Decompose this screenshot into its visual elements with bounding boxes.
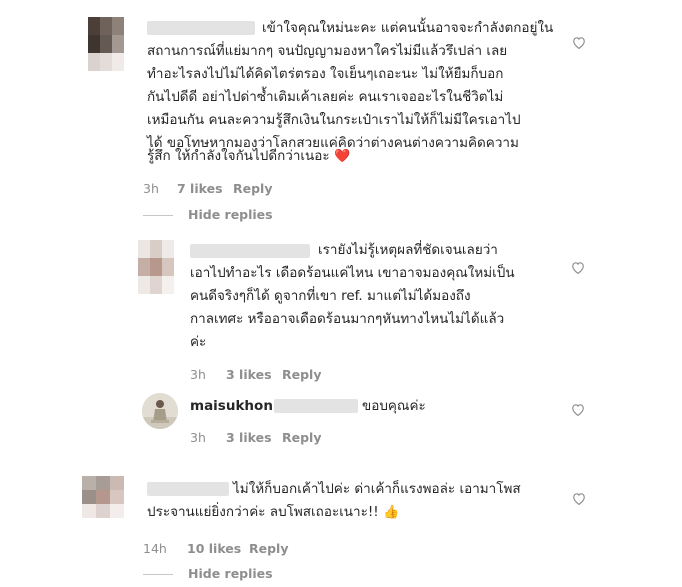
comment-2-likes[interactable]: 10 likes [187, 541, 241, 556]
reply-1-line-3: คนดีจริงๆก็ได้ ดูจากที่เขา ref. มาแต่ไม่… [190, 288, 471, 304]
hide-replies-line-2 [143, 574, 173, 575]
reply-2-meta: 3h 3 likes Reply [190, 430, 390, 448]
like-heart-icon-1[interactable] [572, 36, 586, 49]
reply-2-username[interactable]: maisukhon [190, 398, 273, 414]
comment-1-line-7: รู้สึก ให้กำลังใจกันไปดีกว่าเนอะ ❤️ [147, 146, 350, 168]
hide-replies-button-2[interactable]: Hide replies [188, 566, 273, 581]
comment-1-time: 3h [143, 181, 159, 196]
reply-1-line-5: ค่ะ [190, 334, 207, 350]
comment-1-reply-button[interactable]: Reply [233, 181, 272, 196]
comment-1-line-4: กันไปดีดี อย่าไปด่าซ้ำเติมเค้าเลยค่ะ คนเ… [147, 89, 504, 105]
reply-1-line-1: เรายังไม่รู้เหตุผลที่ชัดเจนเลยว่า [318, 242, 498, 258]
like-heart-icon-4[interactable] [572, 492, 586, 505]
username-blurred-3[interactable] [147, 482, 229, 496]
reply-2-text: ขอบคุณค่ะ [362, 398, 426, 414]
red-heart-emoji-icon: ❤️ [333, 149, 351, 164]
comment-2-line-2-text: ประจานแย่ยิ่งกว่าค่ะ ลบโพสเถอะเนาะ!! [147, 504, 379, 520]
reply-2-likes[interactable]: 3 likes [226, 430, 272, 445]
reply-1-likes[interactable]: 3 likes [226, 367, 272, 382]
comment-1-line-7-text: รู้สึก ให้กำลังใจกันไปดีกว่าเนอะ [147, 148, 330, 164]
avatar-blurred-1[interactable] [88, 17, 124, 71]
comment-1-likes[interactable]: 7 likes [177, 181, 223, 196]
comment-2-meta: 14h 10 likes Reply [143, 541, 343, 559]
reply-2-reply-button[interactable]: Reply [282, 430, 321, 445]
reply-1-line-2: เอาไปทำอะไร เดือดร้อนแค่ไหน เขาอาจมองคุณ… [190, 265, 515, 281]
comment-1-meta: 3h 7 likes Reply [143, 181, 343, 199]
comment-2-time: 14h [143, 541, 167, 556]
reply-1-time: 3h [190, 367, 206, 382]
comment-1-line-1: เข้าใจคุณใหม่นะคะ แต่คนนั้นอาจจะกำลังตกอ… [262, 20, 554, 36]
comment-2-line-2: ประจานแย่ยิ่งกว่าค่ะ ลบโพสเถอะเนาะ!! 👍 [147, 502, 399, 524]
avatar-blurred-3[interactable] [82, 476, 124, 518]
thumbs-up-emoji-icon: 👍 [383, 505, 400, 520]
username-blurred-1[interactable] [147, 21, 255, 35]
comment-2-reply-button[interactable]: Reply [249, 541, 288, 556]
hide-replies-line-1 [143, 215, 173, 216]
reply-1-reply-button[interactable]: Reply [282, 367, 321, 382]
reply-1-line-4: กาลเทศะ หรืออาจเดือดร้อนมากๆหันทางไหนไม่… [190, 311, 505, 327]
reply-1-meta: 3h 3 likes Reply [190, 367, 390, 385]
like-heart-icon-3[interactable] [571, 403, 585, 416]
reply-2-time: 3h [190, 430, 206, 445]
comment-1-line-5: เหมือนกัน คนละความรู้สึกเงินในกระเป๋าเรา… [147, 112, 521, 128]
avatar-blurred-2[interactable] [138, 240, 174, 294]
comment-1-line-2: สถานการณ์ที่แย่มากๆ จนปัญญามองหาใครไม่มี… [147, 43, 508, 59]
avatar-maisukhon[interactable] [142, 393, 178, 429]
comment-2-line-1: ไม่ให้ก็บอกเค้าไปค่ะ ด่าเค้าก็แรงพอล่ะ เ… [233, 481, 521, 497]
reply-2-body: maisukhon [190, 396, 273, 417]
comment-1-line-3: ทำอะไรลงไปไม่ได้คิดไตร่ตรอง ใจเย็นๆเถอะน… [147, 66, 504, 82]
username-blurred-2[interactable] [190, 244, 310, 258]
mention-blurred[interactable] [274, 399, 358, 413]
hide-replies-button-1[interactable]: Hide replies [188, 207, 273, 222]
like-heart-icon-2[interactable] [571, 261, 585, 274]
